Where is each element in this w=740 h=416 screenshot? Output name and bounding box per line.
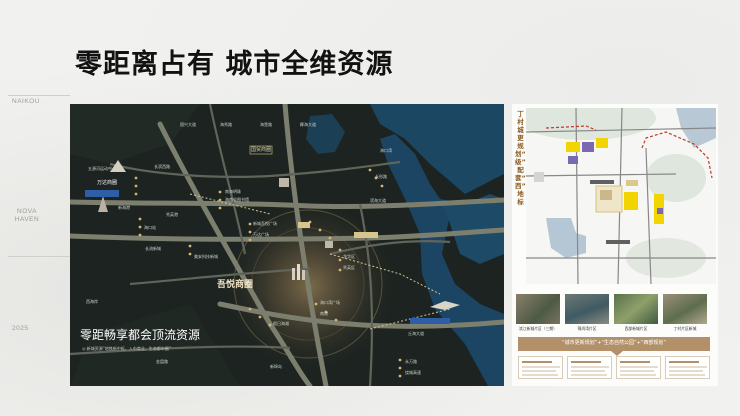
place-label: 龙华区 xyxy=(343,254,355,259)
place-label: 海口湾 xyxy=(380,148,392,153)
place-label: 南港 xyxy=(320,311,328,316)
place-label: 绕城高速 xyxy=(405,370,421,375)
thumb-caption: 滨江新城片区（三期） xyxy=(519,326,557,331)
info-card xyxy=(616,356,661,379)
place-label: 海口站 xyxy=(144,225,156,230)
center-label: 吾悦商圈 xyxy=(217,280,254,290)
place-label: 新埠岛 xyxy=(270,364,282,369)
place-label: 新城吾悦广场 xyxy=(253,221,277,226)
side-label-top: NAIKOU xyxy=(12,98,40,105)
place-label: 椰海大道 xyxy=(300,122,316,127)
place-label: 滨海大道 xyxy=(370,198,386,203)
place-label: 秀英港 xyxy=(166,212,178,217)
place-label: 海口湾广场 xyxy=(320,300,340,305)
place-label: 丘海大道 xyxy=(408,331,424,336)
thumb-caption: 丁村片区新城 xyxy=(673,326,697,331)
place-label: 美安科技新城 xyxy=(194,254,218,259)
place-label: 永万路 xyxy=(405,359,417,364)
thumb-caption: 西部新城片区 xyxy=(624,326,648,331)
thumb-image[interactable] xyxy=(614,294,658,324)
poster-subtitle: ◎ 新城资源“地铁新中枢，入市商业，生态都市圈” xyxy=(82,346,171,351)
map-graphics xyxy=(70,104,504,386)
info-card xyxy=(665,356,710,379)
page-headline: 零距离占有 城市全维资源 xyxy=(75,49,394,80)
thumb-image[interactable] xyxy=(516,294,560,324)
side-rule xyxy=(8,256,70,257)
place-label: 西海岸 xyxy=(86,299,98,304)
place-label: 国兴大道 xyxy=(180,122,196,127)
location-map: 国贸商圈 万达商圈 吾悦商圈 五源河运动中心 长滨西路 新海港 秀英港 海口站 … xyxy=(70,104,504,386)
plan-banner-text: “城市更新规划”+“生态自然公园”+“西部规划” xyxy=(562,340,666,346)
place-label: 新海港 xyxy=(118,205,130,210)
place-label: 海南省图书馆 xyxy=(225,197,249,202)
planning-map xyxy=(526,108,716,284)
place-label: 万达广场 xyxy=(253,232,269,237)
mall-label: 万达商圈 xyxy=(97,180,118,186)
place-label: 金盘路 xyxy=(156,359,168,364)
place-label: 南海明珠 xyxy=(225,189,241,194)
panel-vertical-title: 丁村城更规划“城级”全配套“城西”新地标 xyxy=(515,110,533,206)
planning-panel: 丁村城更规划“城级”全配套“城西”新地标 滨江新城片区（三期） 锦鸿湾片区 西部… xyxy=(512,104,718,386)
place-label: 长滨西路 xyxy=(154,164,170,169)
place-label: 海垦路 xyxy=(260,122,272,127)
info-card xyxy=(567,356,612,379)
place-label: 秀英区 xyxy=(343,265,355,270)
side-label-bottom: 2025 xyxy=(12,325,29,332)
plan-banner: “城市更新规划”+“生态自然公园”+“西部规划” xyxy=(518,337,710,356)
poster-title: 零距畅享都会顶流资源 xyxy=(80,328,201,342)
place-label: 长流新城 xyxy=(145,246,161,251)
info-card xyxy=(518,356,563,379)
place-label: 长彤路 xyxy=(375,174,387,179)
place-label: 五源河运动中心 xyxy=(88,166,116,171)
thumb-image[interactable] xyxy=(565,294,609,324)
place-label: 海秀路 xyxy=(220,122,232,127)
district-badge: 国贸商圈 xyxy=(250,147,271,153)
side-label-middle: NOVA HAVEN xyxy=(14,208,40,223)
thumb-caption: 锦鸿湾片区 xyxy=(577,326,597,331)
thumb-image[interactable] xyxy=(663,294,707,324)
side-rule xyxy=(8,95,70,96)
place-label: 假日海滩 xyxy=(273,321,289,326)
